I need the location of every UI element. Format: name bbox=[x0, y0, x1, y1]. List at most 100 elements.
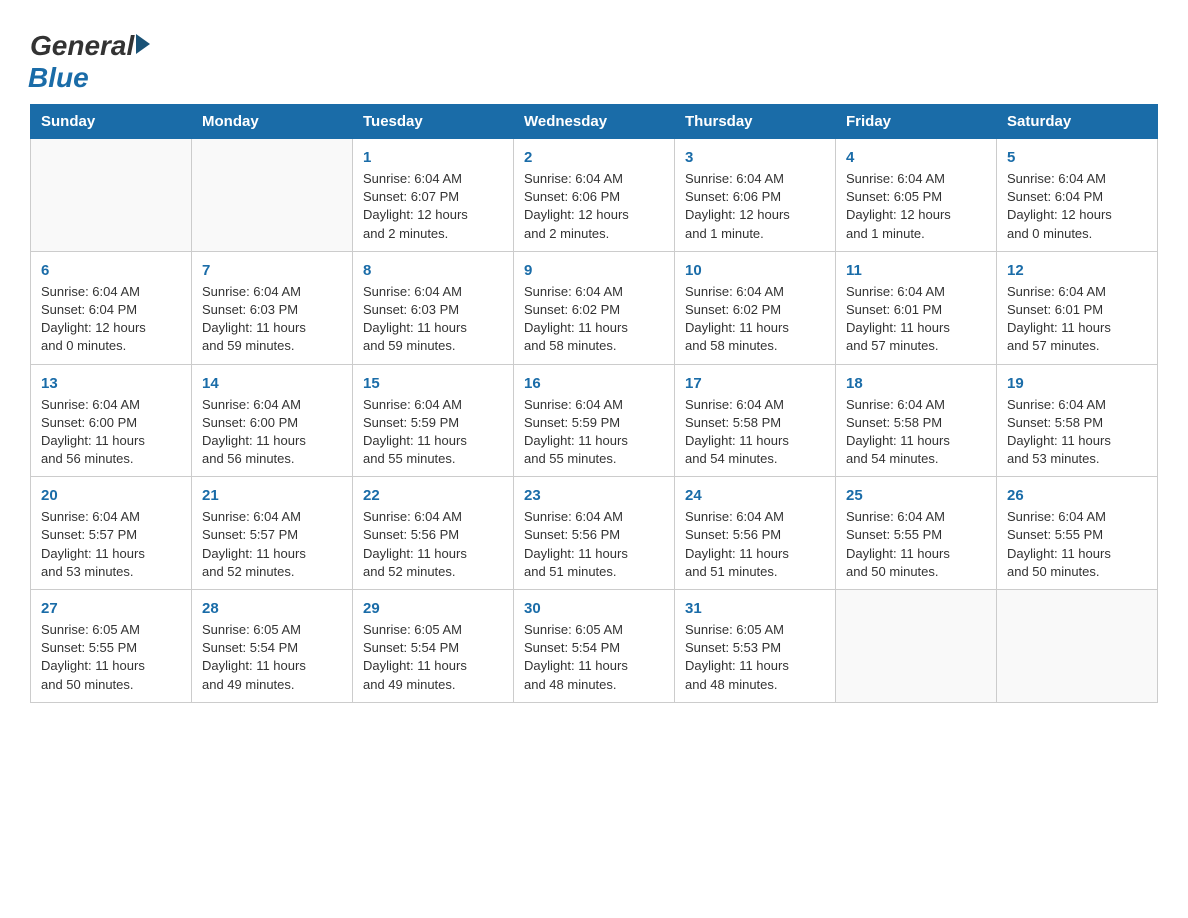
day-info: Daylight: 11 hours bbox=[202, 432, 342, 450]
day-info: Daylight: 12 hours bbox=[41, 319, 181, 337]
day-number: 12 bbox=[1007, 260, 1147, 281]
day-info: Sunset: 5:55 PM bbox=[1007, 526, 1147, 544]
calendar-table: SundayMondayTuesdayWednesdayThursdayFrid… bbox=[30, 104, 1158, 703]
calendar-cell: 19Sunrise: 6:04 AMSunset: 5:58 PMDayligh… bbox=[997, 364, 1158, 477]
calendar-cell: 10Sunrise: 6:04 AMSunset: 6:02 PMDayligh… bbox=[675, 251, 836, 364]
day-info: Sunset: 5:56 PM bbox=[685, 526, 825, 544]
day-info: Sunrise: 6:04 AM bbox=[524, 396, 664, 414]
calendar-cell: 24Sunrise: 6:04 AMSunset: 5:56 PMDayligh… bbox=[675, 477, 836, 590]
day-info: and 59 minutes. bbox=[202, 337, 342, 355]
day-info: Daylight: 12 hours bbox=[363, 206, 503, 224]
day-info: Sunrise: 6:04 AM bbox=[1007, 283, 1147, 301]
day-number: 18 bbox=[846, 373, 986, 394]
day-info: and 56 minutes. bbox=[41, 450, 181, 468]
day-info: Sunrise: 6:04 AM bbox=[685, 170, 825, 188]
day-info: Daylight: 11 hours bbox=[846, 319, 986, 337]
day-number: 22 bbox=[363, 485, 503, 506]
calendar-cell: 25 Sunrise: 6:04 AMSunset: 5:55 PMDayligh… bbox=[836, 477, 997, 590]
day-info: Daylight: 11 hours bbox=[363, 545, 503, 563]
day-number: 3 bbox=[685, 147, 825, 168]
day-info: Sunset: 6:03 PM bbox=[202, 301, 342, 319]
day-info: Daylight: 11 hours bbox=[202, 319, 342, 337]
day-info: Sunrise: 6:04 AM bbox=[363, 283, 503, 301]
day-number: 27 bbox=[41, 598, 181, 619]
day-info: Sunset: 6:06 PM bbox=[685, 188, 825, 206]
calendar-cell: 29Sunrise: 6:05 AMSunset: 5:54 PMDayligh… bbox=[353, 590, 514, 703]
day-number: 29 bbox=[363, 598, 503, 619]
day-info: and 50 minutes. bbox=[846, 563, 986, 581]
day-info: and 49 minutes. bbox=[363, 676, 503, 694]
day-info: Sunset: 6:05 PM bbox=[846, 188, 986, 206]
day-info: and 57 minutes. bbox=[846, 337, 986, 355]
logo-triangle-icon bbox=[136, 34, 150, 54]
day-info: Sunrise: 6:04 AM bbox=[202, 508, 342, 526]
calendar-cell: 28Sunrise: 6:05 AMSunset: 5:54 PMDayligh… bbox=[192, 590, 353, 703]
day-info: Sunset: 6:00 PM bbox=[202, 414, 342, 432]
day-info: Daylight: 11 hours bbox=[524, 657, 664, 675]
day-info: Sunrise: 6:04 AM bbox=[846, 396, 986, 414]
calendar-cell: 14Sunrise: 6:04 AMSunset: 6:00 PMDayligh… bbox=[192, 364, 353, 477]
calendar-header-sunday: Sunday bbox=[31, 105, 192, 139]
day-info: and 54 minutes. bbox=[685, 450, 825, 468]
day-info: Daylight: 11 hours bbox=[363, 432, 503, 450]
day-info: Daylight: 11 hours bbox=[685, 545, 825, 563]
calendar-cell: 23Sunrise: 6:04 AMSunset: 5:56 PMDayligh… bbox=[514, 477, 675, 590]
day-info: and 56 minutes. bbox=[202, 450, 342, 468]
day-info: Daylight: 11 hours bbox=[1007, 545, 1147, 563]
day-info: Sunrise: 6:05 AM bbox=[202, 621, 342, 639]
calendar-cell: 2Sunrise: 6:04 AMSunset: 6:06 PMDaylight… bbox=[514, 139, 675, 252]
day-info: Sunrise: 6:04 AM bbox=[363, 170, 503, 188]
day-info: Daylight: 12 hours bbox=[846, 206, 986, 224]
day-info: Sunrise: 6:04 AM bbox=[524, 508, 664, 526]
day-info: Daylight: 11 hours bbox=[202, 657, 342, 675]
day-number: 16 bbox=[524, 373, 664, 394]
day-number: 31 bbox=[685, 598, 825, 619]
calendar-header-wednesday: Wednesday bbox=[514, 105, 675, 139]
day-number: 25 bbox=[846, 485, 986, 506]
day-info: Daylight: 11 hours bbox=[524, 319, 664, 337]
day-info: Daylight: 11 hours bbox=[363, 657, 503, 675]
day-info: Sunrise: 6:04 AM bbox=[41, 508, 181, 526]
calendar-cell: 9Sunrise: 6:04 AMSunset: 6:02 PMDaylight… bbox=[514, 251, 675, 364]
day-number: 28 bbox=[202, 598, 342, 619]
day-number: 1 bbox=[363, 147, 503, 168]
day-info: Sunrise: 6:04 AM bbox=[363, 508, 503, 526]
day-info: Sunset: 5:55 PM bbox=[846, 526, 986, 544]
day-number: 14 bbox=[202, 373, 342, 394]
day-number: 10 bbox=[685, 260, 825, 281]
calendar-week-row: 1Sunrise: 6:04 AMSunset: 6:07 PMDaylight… bbox=[31, 139, 1158, 252]
calendar-header-thursday: Thursday bbox=[675, 105, 836, 139]
day-info: Sunset: 5:59 PM bbox=[363, 414, 503, 432]
calendar-cell: 1Sunrise: 6:04 AMSunset: 6:07 PMDaylight… bbox=[353, 139, 514, 252]
day-number: 30 bbox=[524, 598, 664, 619]
day-info: Sunrise: 6:05 AM bbox=[685, 621, 825, 639]
calendar-cell: 22Sunrise: 6:04 AMSunset: 5:56 PMDayligh… bbox=[353, 477, 514, 590]
day-number: 6 bbox=[41, 260, 181, 281]
calendar-header-saturday: Saturday bbox=[997, 105, 1158, 139]
day-info: and 55 minutes. bbox=[363, 450, 503, 468]
day-info: Sunrise: 6:04 AM bbox=[1007, 170, 1147, 188]
day-info: and 48 minutes. bbox=[685, 676, 825, 694]
day-info: Daylight: 11 hours bbox=[363, 319, 503, 337]
calendar-cell: 12Sunrise: 6:04 AMSunset: 6:01 PMDayligh… bbox=[997, 251, 1158, 364]
day-info: Sunrise: 6:04 AM bbox=[846, 283, 986, 301]
calendar-header-friday: Friday bbox=[836, 105, 997, 139]
day-number: 17 bbox=[685, 373, 825, 394]
day-info: and 48 minutes. bbox=[524, 676, 664, 694]
day-info: Sunrise: 6:04 AM bbox=[1007, 396, 1147, 414]
day-info: Sunrise: 6:04 AM bbox=[846, 508, 986, 526]
calendar-cell: 31Sunrise: 6:05 AMSunset: 5:53 PMDayligh… bbox=[675, 590, 836, 703]
day-info: and 59 minutes. bbox=[363, 337, 503, 355]
calendar-header-row: SundayMondayTuesdayWednesdayThursdayFrid… bbox=[31, 105, 1158, 139]
logo-general-text: General bbox=[30, 30, 134, 62]
day-info: Sunset: 6:02 PM bbox=[524, 301, 664, 319]
calendar-cell: 17Sunrise: 6:04 AMSunset: 5:58 PMDayligh… bbox=[675, 364, 836, 477]
day-info: Daylight: 11 hours bbox=[685, 319, 825, 337]
day-info: Daylight: 11 hours bbox=[41, 657, 181, 675]
day-info: Daylight: 12 hours bbox=[1007, 206, 1147, 224]
day-info: Daylight: 11 hours bbox=[685, 657, 825, 675]
day-info: and 51 minutes. bbox=[685, 563, 825, 581]
day-info: and 53 minutes. bbox=[1007, 450, 1147, 468]
day-info: Daylight: 11 hours bbox=[846, 545, 986, 563]
day-info: and 2 minutes. bbox=[524, 225, 664, 243]
